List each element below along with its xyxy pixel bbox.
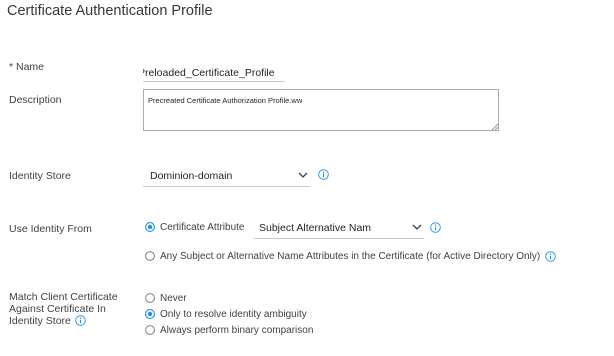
option-never-label: Never (160, 293, 187, 304)
use-identity-from-label: Use Identity From (9, 223, 92, 235)
info-icon[interactable] (75, 315, 86, 326)
attribute-select-underline (254, 238, 424, 239)
radio-binary-comparison[interactable] (145, 325, 155, 335)
name-value: Preloaded_Certificate_Profile (143, 67, 275, 79)
option-binary-comparison-label: Always perform binary comparison (160, 325, 314, 336)
radio-resolve-ambiguity[interactable] (145, 309, 155, 319)
attribute-select-value: Subject Alternative Nam (259, 222, 372, 234)
match-certificate-label-line2: Against Certificate In (9, 303, 106, 315)
description-label: Description (9, 94, 62, 106)
identity-store-select[interactable]: Dominion-domain (143, 163, 310, 187)
info-icon[interactable] (318, 169, 329, 180)
any-subject-label: Any Subject or Alternative Name Attribut… (160, 251, 541, 262)
chevron-down-icon (412, 224, 422, 230)
radio-certificate-attribute[interactable] (145, 222, 155, 232)
match-certificate-label-line1: Match Client Certificate (9, 291, 118, 303)
info-icon[interactable] (430, 222, 441, 233)
radio-never[interactable] (145, 293, 155, 303)
radio-any-subject[interactable] (145, 251, 155, 261)
description-value: Precreated Certificate Authorization Pro… (148, 96, 303, 105)
option-resolve-ambiguity-label: Only to resolve identity ambiguity (160, 309, 307, 320)
info-icon[interactable] (545, 251, 556, 262)
identity-store-value: Dominion-domain (150, 170, 233, 182)
attribute-select[interactable]: Subject Alternative Nam (254, 215, 424, 239)
page-title: Certificate Authentication Profile (7, 3, 213, 19)
name-field-underline (143, 81, 285, 82)
chevron-down-icon (298, 172, 308, 178)
resize-handle-icon[interactable] (492, 124, 498, 130)
certificate-attribute-label: Certificate Attribute (160, 222, 245, 233)
match-certificate-label-line3: Identity Store (9, 315, 71, 327)
identity-store-underline (143, 186, 310, 187)
identity-store-label: Identity Store (9, 170, 71, 182)
name-label: * Name (9, 61, 45, 73)
name-field[interactable]: Preloaded_Certificate_Profile (143, 60, 285, 82)
